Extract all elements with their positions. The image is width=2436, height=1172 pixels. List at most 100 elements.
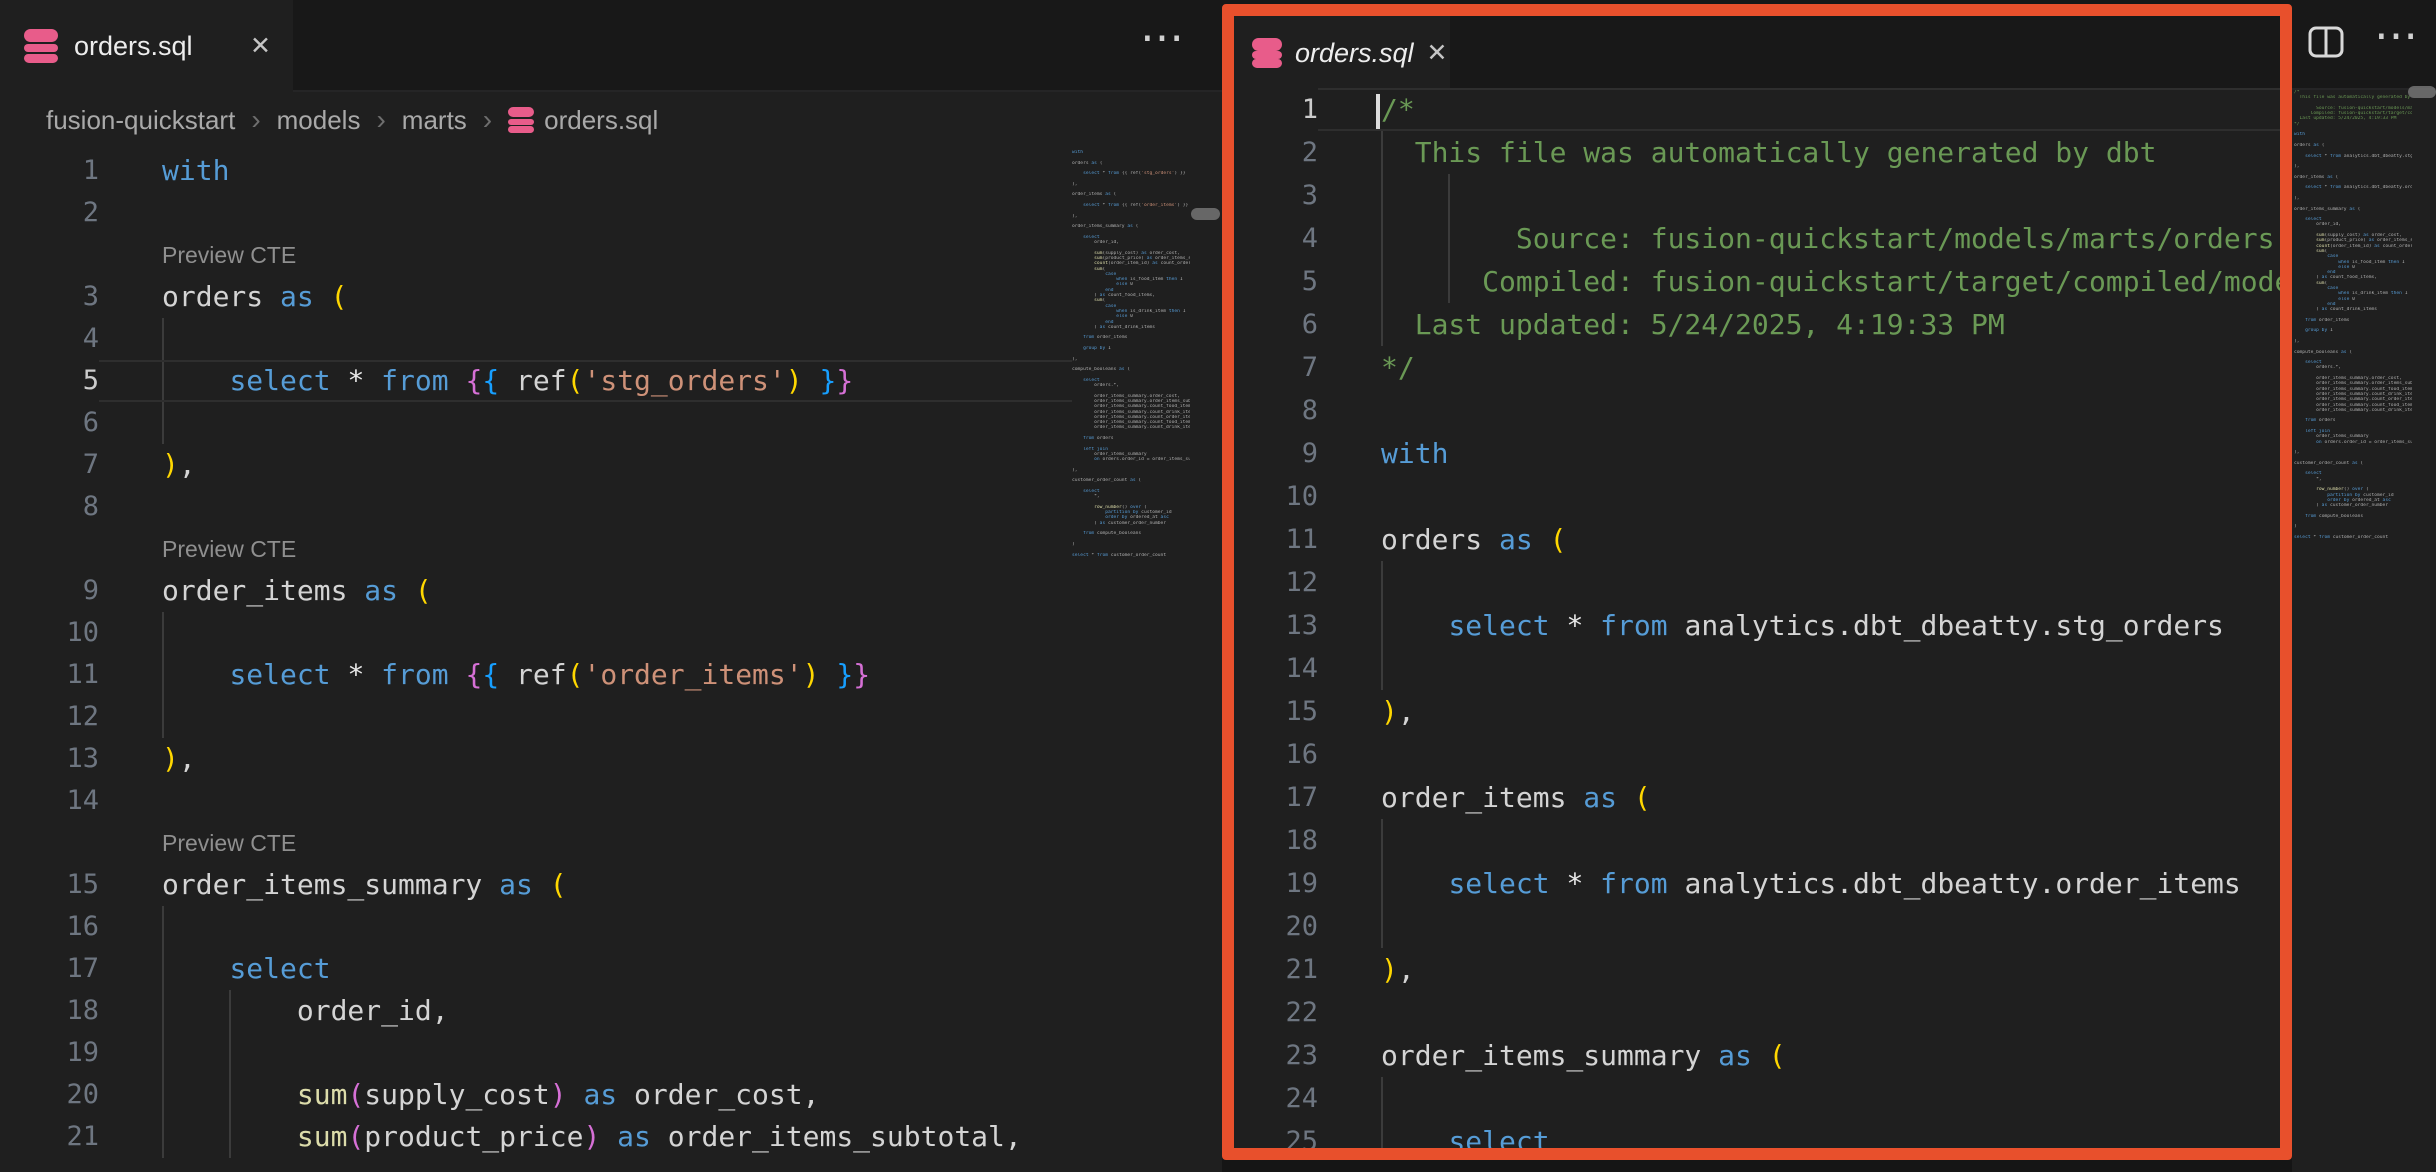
code-line[interactable]: 13), [0,738,1072,780]
indent-guide [1381,647,1383,690]
line-number: 15 [0,864,99,906]
code-line[interactable]: 15order_items_summary as ( [0,864,1072,906]
codelens-row: Preview CTE [0,822,1072,864]
code-line[interactable]: 15), [1234,690,2280,733]
indent-guide [1381,1120,1383,1148]
code-line[interactable]: 2 [0,192,1072,234]
breadcrumb-item-marts[interactable]: marts [402,105,467,136]
code-line[interactable]: 11orders as ( [1234,518,2280,561]
code-line[interactable]: 12 [1234,561,2280,604]
line-number: 15 [1234,690,1318,733]
code-line[interactable]: 10 [0,612,1072,654]
code-line[interactable]: 4 [0,318,1072,360]
code-line[interactable]: 20 [1234,905,2280,948]
minimap[interactable]: withorders as ( select * from {{ ref('st… [1072,150,1190,558]
editor-group-left: orders.sql ✕ ⋯ fusion-quickstart › model… [0,0,1222,1172]
indent-guide [229,1116,231,1158]
code-line[interactable]: 20 sum(supply_cost) as order_cost, [0,1074,1072,1116]
code-line[interactable]: 17order_items as ( [1234,776,2280,819]
code-line[interactable]: 21), [1234,948,2280,991]
code-line[interactable]: 11 select * from {{ ref('order_items') }… [0,654,1072,696]
line-number: 21 [1234,948,1318,991]
code-line[interactable]: 24 [1234,1077,2280,1120]
code-line[interactable]: 12 [0,696,1072,738]
more-actions-icon[interactable]: ⋯ [2374,14,2420,58]
code-line[interactable]: 7), [0,444,1072,486]
code-line[interactable]: 8 [1234,389,2280,432]
code-line[interactable]: 4 Source: fusion-quickstart/models/marts… [1234,217,2280,260]
chevron-right-icon: › [376,104,385,136]
line-number: 2 [0,192,99,234]
code-line[interactable]: 17 select [0,948,1072,990]
scrollbar-thumb[interactable] [1191,208,1220,220]
bottom-strip [1222,1160,2292,1172]
code-line[interactable]: 16 [0,906,1072,948]
code-area-source[interactable]: 1with2Preview CTE3orders as (45 select *… [0,150,1072,1158]
breadcrumb-item-models[interactable]: models [277,105,361,136]
line-number: 7 [0,444,99,486]
code-line[interactable]: 25 select [1234,1120,2280,1148]
minimap-area-right: /* This file was automatically generated… [2292,90,2436,1172]
close-icon[interactable]: ✕ [250,34,271,59]
code-line[interactable]: 19 select * from analytics.dbt_dbeatty.o… [1234,862,2280,905]
codelens-link[interactable]: Preview CTE [99,234,1072,276]
indent-guide [1448,260,1450,303]
code-line[interactable]: 6 Last updated: 5/24/2025, 4:19:33 PM [1234,303,2280,346]
close-icon[interactable]: ✕ [1427,41,1448,66]
line-number: 3 [1234,174,1318,217]
code-line[interactable]: 2 This file was automatically generated … [1234,131,2280,174]
breadcrumb-item-file[interactable]: orders.sql [508,105,658,136]
code-line[interactable]: 5 Compiled: fusion-quickstart/target/com… [1234,260,2280,303]
code-line[interactable]: 14 [1234,647,2280,690]
line-number: 24 [1234,1077,1318,1120]
code-line[interactable]: 3orders as ( [0,276,1072,318]
code-line[interactable]: 5 select * from {{ ref('stg_orders') }} [0,360,1072,402]
line-number [0,822,99,864]
code-line[interactable]: 19 [0,1032,1072,1074]
codelens-link[interactable]: Preview CTE [99,528,1072,570]
indent-guide [1381,561,1383,604]
line-number: 14 [0,780,99,822]
more-actions-icon[interactable]: ⋯ [1140,16,1186,60]
code-line[interactable]: 6 [0,402,1072,444]
code-area-compiled[interactable]: 1/*2 This file was automatically generat… [1234,88,2280,1148]
code-line[interactable]: 3 [1234,174,2280,217]
tab-orders-sql-left[interactable]: orders.sql ✕ [0,0,293,92]
code-line[interactable]: 16 [1234,733,2280,776]
code-line[interactable]: 10 [1234,475,2280,518]
line-number: 18 [1234,819,1318,862]
line-number: 20 [0,1074,99,1116]
code-line[interactable]: 18 order_id, [0,990,1072,1032]
code-line[interactable]: 8 [0,486,1072,528]
line-number: 8 [1234,389,1318,432]
database-icon [1252,38,1282,68]
line-number: 11 [1234,518,1318,561]
indent-guide [1381,905,1383,948]
code-line[interactable]: 22 [1234,991,2280,1034]
scrollbar-thumb[interactable] [2408,86,2436,98]
indent-guide [229,1032,231,1074]
code-line[interactable]: 18 [1234,819,2280,862]
codelens-row: Preview CTE [0,234,1072,276]
code-line[interactable]: 13 select * from analytics.dbt_dbeatty.s… [1234,604,2280,647]
tab-orders-sql-right[interactable]: orders.sql ✕ [1234,16,1450,90]
line-number: 10 [0,612,99,654]
code-line[interactable]: 23order_items_summary as ( [1234,1034,2280,1077]
split-editor-icon[interactable] [2308,26,2344,58]
code-line[interactable]: 9with [1234,432,2280,475]
line-number: 22 [1234,991,1318,1034]
code-line[interactable]: 1/* [1234,88,2280,131]
breadcrumb-item-project[interactable]: fusion-quickstart [46,105,235,136]
minimap[interactable]: /* This file was automatically generated… [2294,90,2412,540]
code-line[interactable]: 21 sum(product_price) as order_items_sub… [0,1116,1072,1158]
line-number: 23 [1234,1034,1318,1077]
line-number: 1 [0,150,99,192]
code-line[interactable]: 1with [0,150,1072,192]
code-line[interactable]: 7*/ [1234,346,2280,389]
code-line[interactable]: 9order_items as ( [0,570,1072,612]
codelens-link[interactable]: Preview CTE [99,822,1072,864]
indent-guide [1381,131,1383,174]
indent-guide [1381,604,1383,647]
code-line[interactable]: 14 [0,780,1072,822]
line-number: 12 [1234,561,1318,604]
